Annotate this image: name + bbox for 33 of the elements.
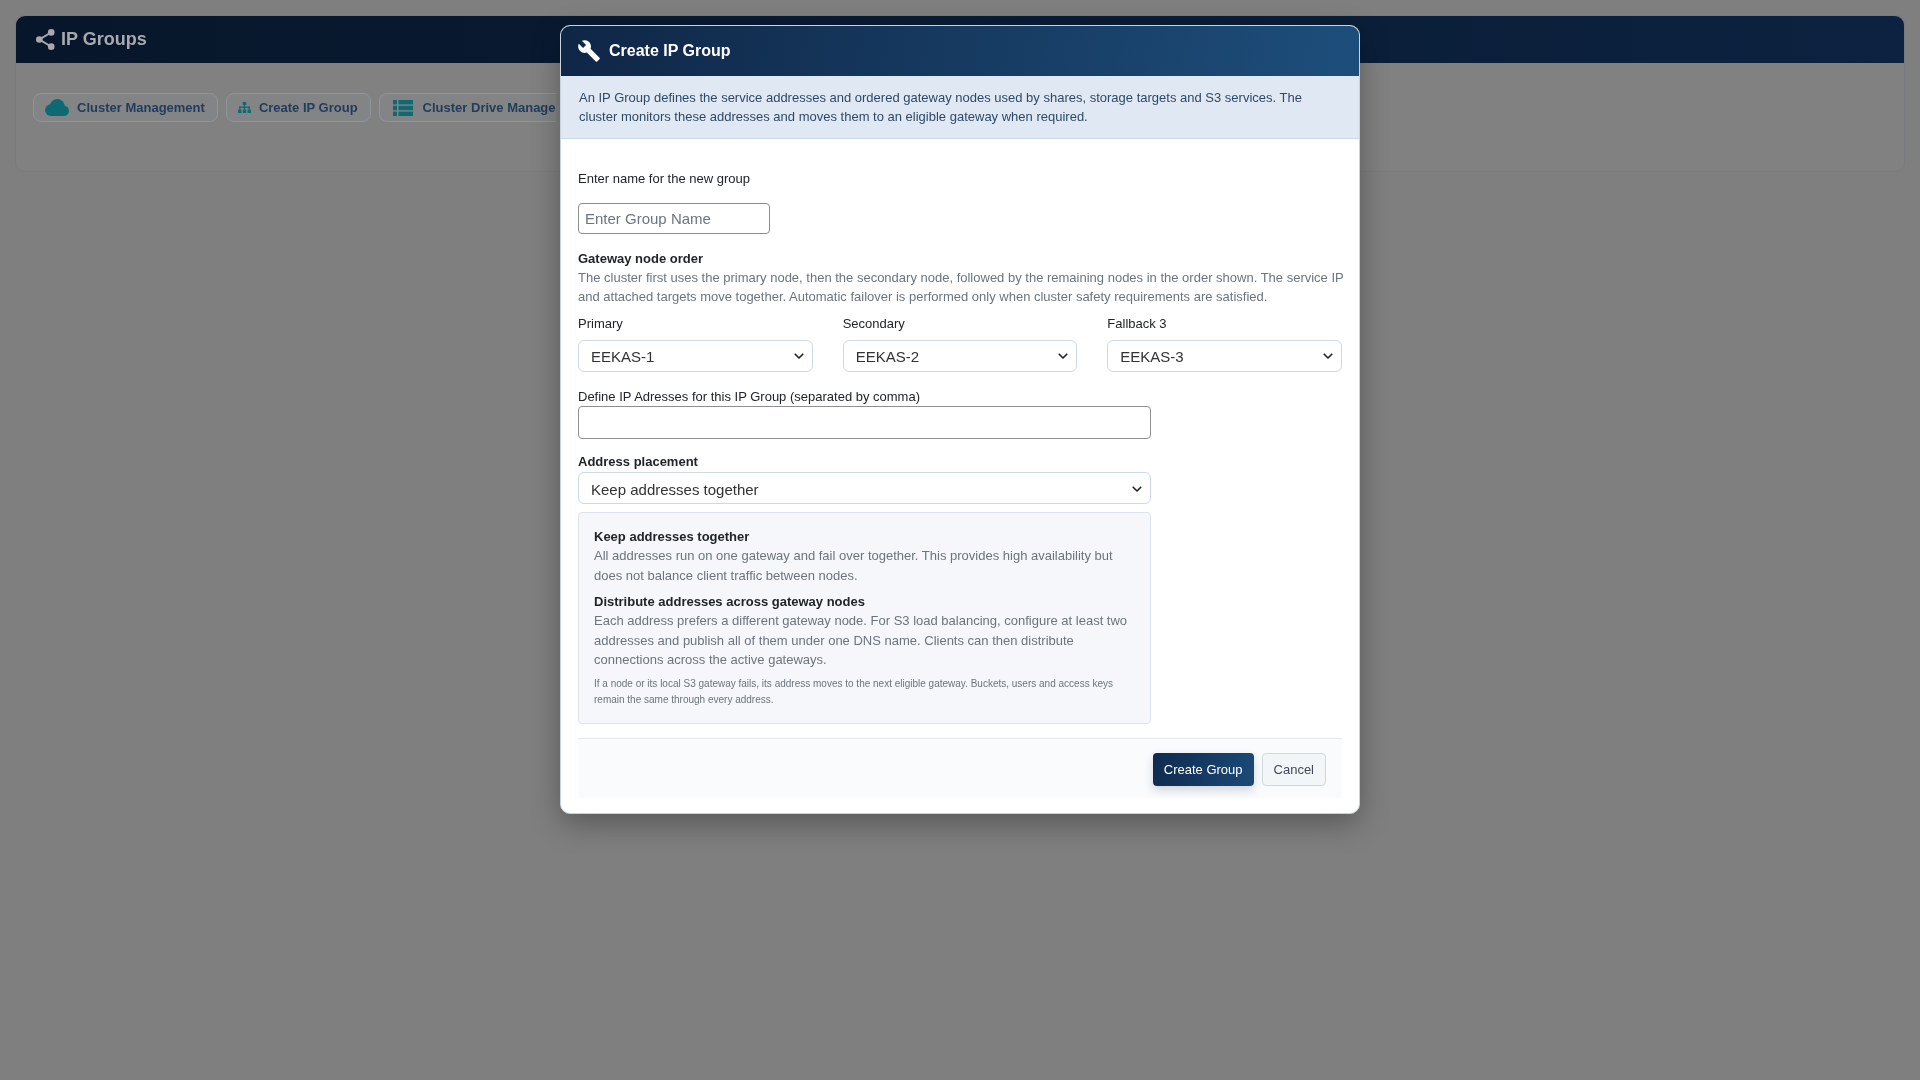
- field-label: Secondary: [842, 315, 905, 333]
- wrench-icon: [578, 40, 600, 62]
- node-select[interactable]: EEKAS-1: [578, 340, 813, 372]
- field-label: Enter name for the new group: [578, 170, 750, 188]
- list-icon: [392, 99, 413, 116]
- share-icon: [36, 29, 55, 50]
- field-label: Define IP Adresses for this IP Group (separated by comma): [578, 388, 920, 406]
- option-title: Keep addresses together: [594, 528, 750, 546]
- chevron-down-icon: [1058, 352, 1069, 360]
- field-label: Primary: [578, 315, 623, 333]
- node-select[interactable]: EEKAS-3: [1107, 340, 1342, 372]
- node-select[interactable]: EEKAS-2: [842, 340, 1078, 372]
- ip-addresses-input[interactable]: [578, 406, 1151, 439]
- section-description: The cluster first uses the primary node, then the secondary node, followed by the remaining nodes in the order shown. The service IP and attached targets move together. Automatic failover is performed only when cluster safety requirements are satisfied.: [578, 269, 1345, 306]
- sitemap-icon: [237, 102, 251, 113]
- chevron-down-icon: [793, 352, 804, 360]
- section-heading: Address placement: [578, 453, 698, 471]
- cloud-icon: [45, 99, 69, 116]
- option-title: Distribute addresses across gateway nodes: [594, 593, 865, 611]
- page-title: IP Groups: [61, 29, 147, 50]
- modal-title: Create IP Group: [609, 42, 731, 60]
- chevron-down-icon: [1132, 486, 1142, 493]
- submit-button[interactable]: Create Group: [1152, 752, 1254, 786]
- cancel-button[interactable]: Cancel: [1261, 752, 1326, 786]
- placement-select[interactable]: Keep addresses together: [578, 472, 1151, 504]
- footnote-text: If a node or its local S3 gateway fails, its address moves to the next eligible gateway. Buckets, users and access keys remain the same through every address.: [594, 676, 1114, 707]
- option-description: All addresses run on one gateway and fail over together. This provides high availability but does not balance client traffic between nodes.: [594, 547, 1114, 585]
- group-name-input[interactable]: Enter Group Name: [578, 203, 770, 234]
- info-banner: An IP Group defines the service addresses and ordered gateway nodes used by shares, storage targets and S3 services. The cluster monitors these addresses and moves them to an eligible gateway when required.: [561, 76, 1359, 139]
- option-description: Each address prefers a different gateway node. For S3 load balancing, configure at least two addresses and publish all of them under one DNS name. Clients can then distribute connections across the active gateways.: [594, 612, 1129, 669]
- chevron-down-icon: [1323, 352, 1333, 360]
- section-heading: Gateway node order: [578, 250, 703, 268]
- field-label: Fallback 3: [1107, 315, 1167, 333]
